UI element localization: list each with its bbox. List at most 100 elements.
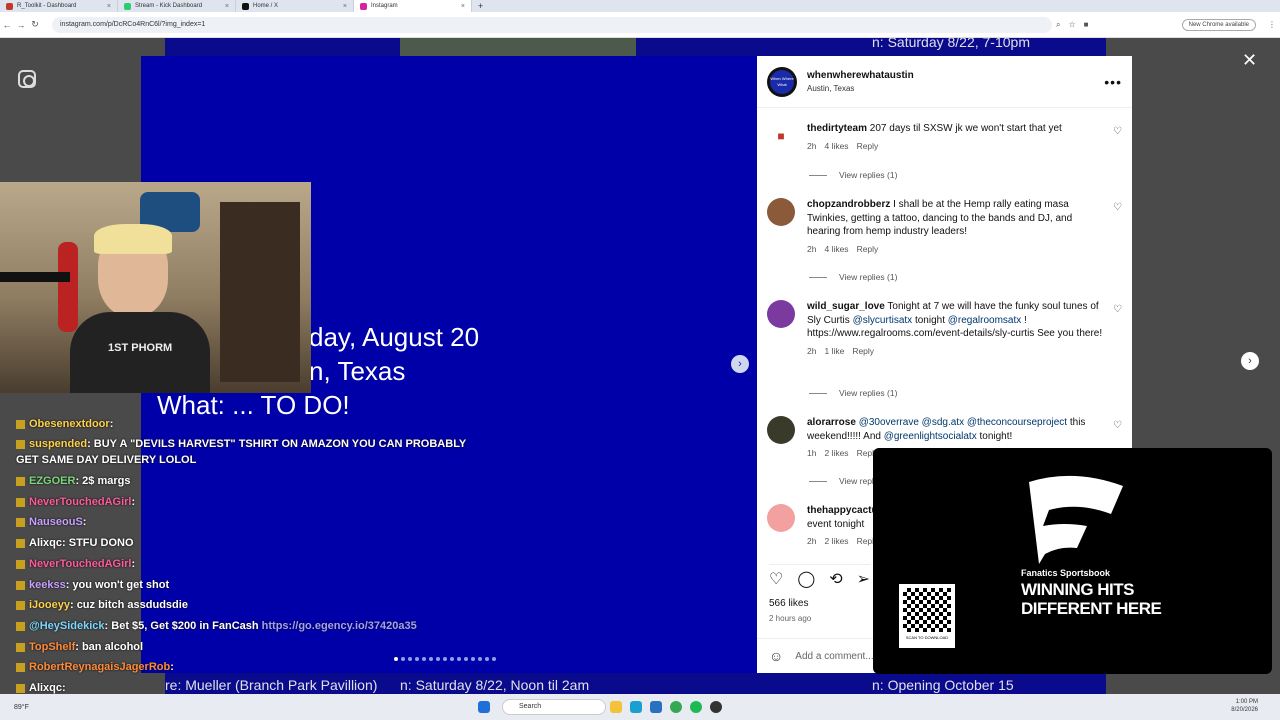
instagram-logo-icon[interactable] — [18, 70, 36, 88]
comment-username[interactable]: thehappycactus — [807, 505, 883, 516]
forward-icon[interactable]: → — [14, 20, 28, 30]
mention-link[interactable]: @30overrave — [859, 417, 919, 428]
taskbar-search-input[interactable]: Search — [502, 699, 606, 715]
commenter-avatar[interactable] — [767, 504, 795, 532]
chat-username[interactable]: NeverTouchedAGirl — [29, 558, 132, 570]
chat-text: : 2$ margs — [75, 475, 131, 487]
tab-x[interactable]: Home / X × — [236, 0, 354, 12]
commenter-avatar[interactable] — [767, 300, 795, 328]
add-comment-input[interactable]: Add a comment... — [795, 651, 873, 662]
chat-username[interactable]: Alixqc — [29, 682, 62, 694]
close-tab-icon[interactable]: × — [225, 3, 229, 10]
commenter-avatar[interactable] — [767, 416, 795, 444]
spotify-icon[interactable] — [690, 701, 702, 713]
next-image-icon[interactable]: › — [731, 355, 749, 373]
mail-icon[interactable] — [650, 701, 662, 713]
reload-icon[interactable]: ↻ — [28, 19, 42, 30]
comment-username[interactable]: alorarrose — [807, 417, 856, 428]
account-avatar[interactable]: When Where What — [767, 66, 797, 97]
view-replies-button[interactable]: View replies (1) — [809, 170, 897, 180]
chat-username[interactable]: RobertReynagaisJagerRob — [29, 661, 170, 673]
chat-username[interactable]: @HeySidekick — [29, 620, 105, 632]
next-post-icon[interactable]: › — [1241, 352, 1259, 370]
edge-icon[interactable] — [630, 701, 642, 713]
reply-button[interactable]: Reply — [852, 346, 874, 356]
post-location[interactable]: Austin, Texas — [807, 84, 914, 93]
chat-username[interactable]: EZGOER — [29, 475, 75, 487]
chat-username[interactable]: NauseouS — [29, 516, 83, 528]
view-replies-button[interactable]: View replies (1) — [809, 388, 897, 398]
comment-likes[interactable]: 1 like — [824, 346, 844, 356]
obs-icon[interactable] — [710, 701, 722, 713]
chat-username[interactable]: keekss — [29, 579, 66, 591]
chat-username[interactable]: iJooeyy — [29, 599, 70, 611]
file-explorer-icon[interactable] — [610, 701, 622, 713]
chat-username[interactable]: TopShelf — [29, 641, 75, 653]
like-comment-icon[interactable]: ♡ — [1113, 304, 1122, 315]
view-replies-button[interactable]: View replies (1) — [809, 272, 897, 282]
close-tab-icon[interactable]: × — [343, 3, 347, 10]
url-input[interactable]: instagram.com/p/DcRCo4RnC6l/?img_index=1 — [52, 16, 1052, 33]
tab-rtoolkit[interactable]: R_Toolkit - Dashboard × — [0, 0, 118, 12]
commenter-avatar[interactable] — [767, 198, 795, 226]
like-comment-icon[interactable]: ♡ — [1113, 420, 1122, 431]
account-username[interactable]: whenwherewhataustin — [807, 70, 914, 81]
mention-link[interactable]: @greenlightsocialatx — [884, 431, 977, 442]
mention-link[interactable]: @theconcourseproject — [967, 417, 1067, 428]
comment-username[interactable]: thedirtyteam — [807, 123, 867, 134]
extensions-icon[interactable]: ■ — [1084, 20, 1089, 29]
chat-text: : BUY A "DEVILS HARVEST" TSHIRT ON AMAZO… — [87, 438, 467, 450]
mention-link[interactable]: @slycurtisatx — [853, 315, 913, 326]
close-tab-icon[interactable]: × — [461, 3, 465, 10]
emoji-icon[interactable]: ☺ — [769, 648, 783, 664]
bookmark-star-icon[interactable]: ☆ — [1068, 20, 1075, 29]
post-location-text: n, Texas — [309, 356, 406, 386]
comment-likes[interactable]: 2 likes — [824, 448, 848, 458]
update-chrome-button[interactable]: New Chrome available — [1181, 18, 1256, 31]
like-comment-icon[interactable]: ♡ — [1113, 126, 1122, 137]
chat-username[interactable]: Alixqc — [29, 537, 62, 549]
comment-username[interactable]: wild_sugar_love — [807, 301, 885, 312]
fanatics-logo-icon — [1029, 475, 1123, 564]
chat-username[interactable]: Obesenextdoor — [29, 418, 110, 430]
like-comment-icon[interactable]: ♡ — [1113, 202, 1122, 213]
like-icon[interactable]: ♡ — [769, 569, 783, 589]
menu-kebab-icon[interactable]: ⋮ — [1268, 20, 1276, 29]
share-icon[interactable]: ➢ — [857, 569, 870, 589]
chat-badge-icon — [16, 497, 25, 507]
zoom-icon[interactable]: ⌕ — [1056, 20, 1060, 30]
comment-username[interactable]: chopzandrobberz — [807, 199, 890, 210]
weather-widget[interactable]: 89°F — [14, 704, 54, 711]
chat-username[interactable]: suspended — [29, 438, 87, 450]
rtoolkit-favicon-icon — [6, 2, 13, 10]
system-clock[interactable]: 1:00 PM 8/20/2026 — [1231, 698, 1258, 714]
back-icon[interactable]: ← — [0, 20, 14, 30]
sportsbook-ad[interactable]: Fanatics Sportsbook WINNING HITS DIFFERE… — [873, 448, 1272, 674]
start-icon[interactable] — [478, 701, 490, 713]
comment-time: 2h — [807, 243, 817, 254]
chat-username[interactable]: NeverTouchedAGirl — [29, 496, 132, 508]
chat-badge-icon — [16, 517, 25, 527]
tab-instagram[interactable]: Instagram × — [354, 0, 472, 12]
chat-link[interactable]: https://go.egency.io/37420a35 — [262, 620, 417, 632]
chrome-icon[interactable] — [670, 701, 682, 713]
post-header: When Where What whenwherewhataustin Aust… — [757, 56, 1132, 108]
mention-link[interactable]: @regalroomsatx — [948, 315, 1022, 326]
mention-link[interactable]: @sdg.atx — [922, 417, 964, 428]
chat-message: TopShelf: ban alcohol — [16, 641, 143, 653]
close-icon[interactable]: ✕ — [1242, 50, 1257, 71]
carousel-dot — [478, 657, 482, 661]
more-options-icon[interactable]: ••• — [1104, 74, 1122, 90]
post-likes-count[interactable]: 566 likes — [769, 598, 808, 609]
repost-icon[interactable]: ⟲ — [829, 569, 842, 589]
tab-kick[interactable]: Stream - Kick Dashboard × — [118, 0, 236, 12]
comment-likes[interactable]: 2 likes — [824, 536, 848, 546]
comment-likes[interactable]: 4 likes — [824, 244, 848, 254]
comment-icon[interactable]: ◯ — [797, 569, 815, 589]
reply-button[interactable]: Reply — [857, 244, 879, 254]
commenter-avatar[interactable]: ■ — [767, 122, 795, 150]
new-tab-button[interactable]: + — [472, 0, 489, 12]
close-tab-icon[interactable]: × — [107, 3, 111, 10]
comment-likes[interactable]: 4 likes — [824, 141, 848, 151]
reply-button[interactable]: Reply — [857, 141, 879, 151]
